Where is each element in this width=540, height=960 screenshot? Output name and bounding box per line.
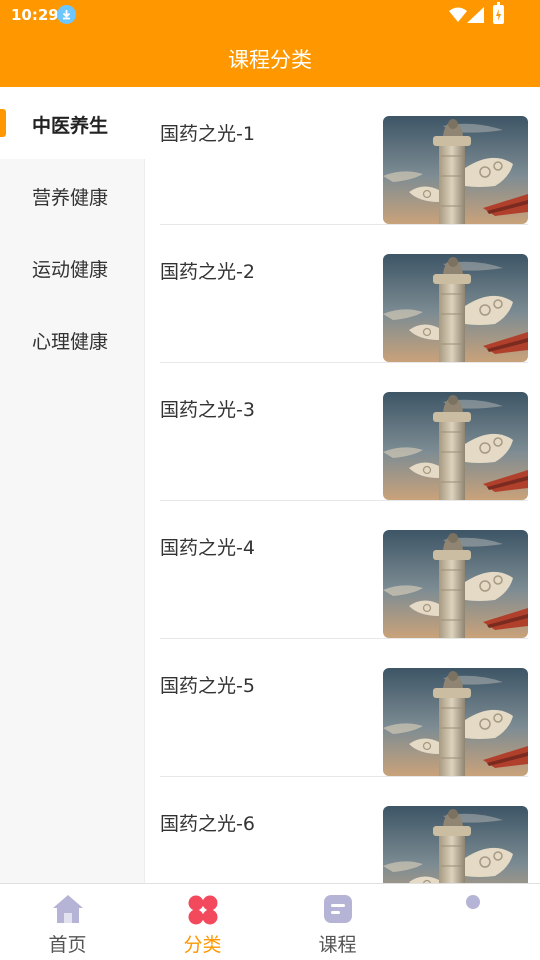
- course-icon: [323, 895, 352, 923]
- status-bar: 10:29: [0, 0, 540, 30]
- home-icon: [52, 895, 83, 923]
- course-title: 国药之光-3: [160, 399, 255, 421]
- signal-icon: [467, 7, 484, 23]
- category-sidebar: 中医养生 营养健康 运动健康 心理健康: [0, 87, 145, 883]
- tab-course[interactable]: 课程: [270, 884, 405, 960]
- status-time: 10:29: [11, 6, 59, 24]
- course-thumbnail: [383, 116, 528, 224]
- battery-icon: [493, 2, 504, 24]
- course-item[interactable]: 国药之光-5: [160, 639, 528, 777]
- sidebar-item-exercise[interactable]: 运动健康: [0, 231, 145, 303]
- course-title: 国药之光-2: [160, 261, 255, 283]
- course-thumbnail: [383, 530, 528, 638]
- profile-icon: [465, 895, 480, 909]
- sidebar-item-nutrition[interactable]: 营养健康: [0, 159, 145, 231]
- sidebar-item-tcm[interactable]: 中医养生: [0, 87, 145, 159]
- wifi-icon: [449, 7, 467, 22]
- sidebar-item-psychology[interactable]: 心理健康: [0, 303, 145, 375]
- course-item[interactable]: 国药之光-1: [160, 87, 528, 225]
- course-title: 国药之光-1: [160, 123, 255, 145]
- page-title: 课程分类: [228, 48, 312, 72]
- course-title: 国药之光-6: [160, 813, 255, 835]
- course-thumbnail: [383, 668, 528, 776]
- sidebar-item-label: 营养健康: [32, 187, 109, 209]
- course-list: 国药之光-1 国药之光-2 国药之光-3 国药之光-4 国药之光-5 国药之光-…: [145, 87, 540, 883]
- active-indicator: [0, 109, 6, 137]
- tab-home[interactable]: 首页: [0, 884, 135, 960]
- course-item[interactable]: 国药之光-6: [160, 777, 528, 883]
- sidebar-item-label: 运动健康: [32, 259, 109, 281]
- tab-label: 首页: [48, 934, 87, 956]
- course-item[interactable]: 国药之光-4: [160, 501, 528, 639]
- course-thumbnail: [383, 806, 528, 883]
- course-thumbnail: [383, 254, 528, 362]
- course-item[interactable]: 国药之光-2: [160, 225, 528, 363]
- download-icon: [57, 5, 76, 24]
- tab-profile[interactable]: [405, 884, 540, 960]
- sidebar-item-label: 中医养生: [32, 115, 109, 137]
- course-item[interactable]: 国药之光-3: [160, 363, 528, 501]
- course-title: 国药之光-5: [160, 675, 255, 697]
- tab-label: 课程: [318, 934, 357, 956]
- bottom-tab-bar: 首页 分类 课程: [0, 883, 540, 960]
- course-thumbnail: [383, 392, 528, 500]
- app-header: 10:29 课程分类: [0, 0, 540, 87]
- course-title: 国药之光-4: [160, 537, 255, 559]
- tab-label: 分类: [183, 934, 222, 956]
- category-icon: [188, 895, 217, 925]
- tab-category[interactable]: 分类: [135, 884, 270, 960]
- sidebar-item-label: 心理健康: [32, 331, 109, 353]
